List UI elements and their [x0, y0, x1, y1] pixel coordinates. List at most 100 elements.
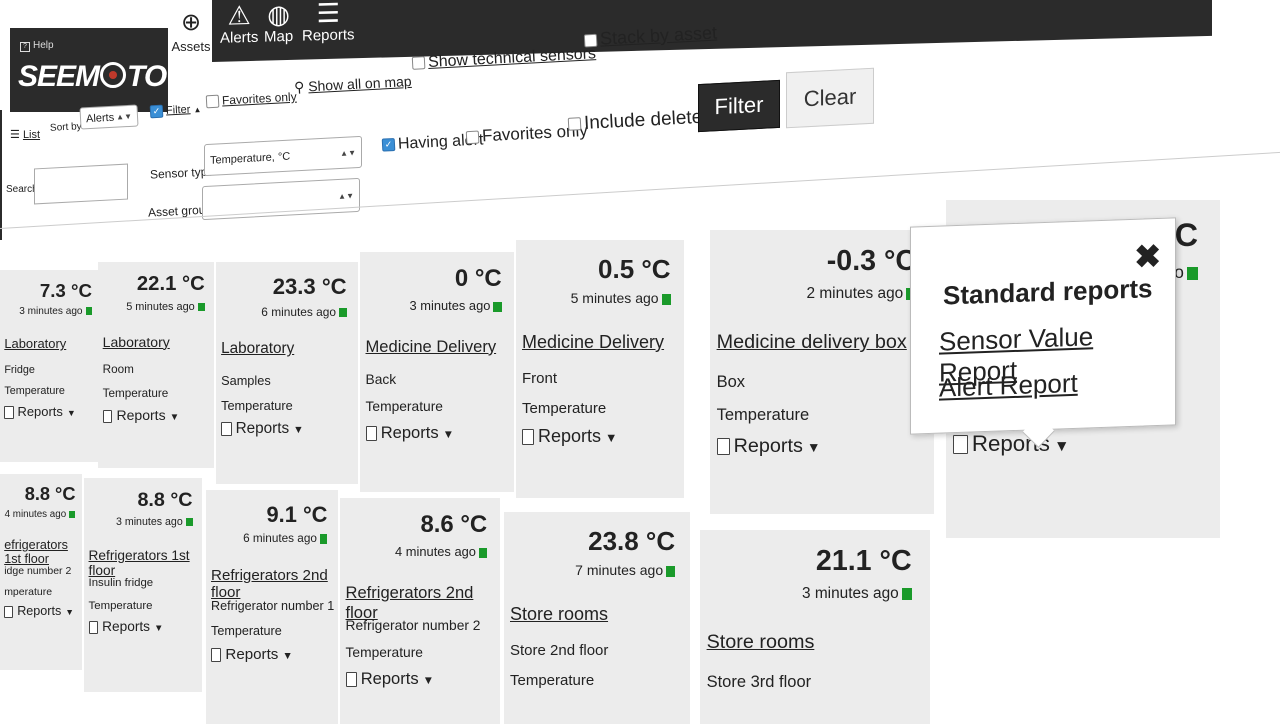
document-icon — [4, 406, 14, 419]
sensor-card[interactable]: 8.8 °C 3 minutes ago Refrigerators 1st flo… — [84, 478, 202, 692]
sensor-value: 0 °C — [454, 264, 502, 292]
last-updated-text: 2 minutes ago — [806, 285, 904, 302]
search-input[interactable] — [34, 163, 128, 205]
last-updated-text: 5 minutes ago — [570, 290, 659, 306]
status-ok-icon — [1186, 266, 1199, 281]
asset-name: Refrigerator number 2 — [345, 617, 481, 633]
filter-panel-toggle[interactable]: ✓ Filter ▲ — [149, 103, 202, 119]
last-updated-text: 3 minutes ago — [115, 516, 183, 528]
document-icon — [4, 605, 14, 618]
reports-label: Reports — [102, 619, 151, 635]
favorites-only-checkbox[interactable] — [205, 95, 220, 109]
asset-name: Refrigerator number 1 — [211, 599, 335, 614]
status-ok-icon — [69, 510, 76, 519]
reports-dropdown[interactable]: Reports ▼ — [4, 604, 74, 618]
asset-group-link[interactable]: Store rooms — [707, 631, 815, 654]
reports-dropdown[interactable]: Reports ▼ — [716, 434, 821, 458]
sensor-value: 21.1 °C — [815, 545, 912, 578]
filter-toggle-checkbox[interactable]: ✓ — [149, 104, 164, 119]
asset-group-link[interactable]: Laboratory — [103, 334, 170, 350]
nav-tab-map[interactable]: ◍ Map — [264, 0, 293, 46]
asset-name: Insulin fridge — [88, 576, 154, 589]
alert-report-link[interactable]: Alert Report — [939, 368, 1078, 404]
last-updated-text: 5 minutes ago — [126, 301, 195, 313]
reports-label: Reports — [733, 434, 803, 457]
close-icon[interactable]: ✖ — [1134, 237, 1161, 276]
status-ok-icon — [85, 307, 92, 316]
last-updated: 5 minutes ago — [126, 301, 205, 313]
document-icon — [221, 422, 232, 436]
caret-down-icon: ▼ — [293, 424, 304, 437]
nav-tab-assets[interactable]: ⊕ Assets — [170, 8, 212, 72]
asset-name: idge number 2 — [4, 565, 72, 577]
asset-group-link[interactable]: Medicine Delivery — [366, 337, 497, 357]
sensor-card[interactable]: 23.3 °C 6 minutes ago Laboratory Samples Tem… — [216, 262, 358, 484]
reports-dropdown[interactable]: Reports ▼ — [345, 669, 434, 689]
document-icon — [211, 648, 222, 663]
last-updated: 7 minutes ago — [575, 562, 676, 578]
last-updated: 4 minutes ago — [5, 509, 76, 520]
sensor-card[interactable]: 21.1 °C 3 minutes ago Store rooms Store 3rd… — [700, 530, 930, 724]
reports-label: Reports — [360, 669, 419, 689]
reports-label: Reports — [235, 420, 290, 438]
asset-group-link[interactable]: Medicine delivery box — [717, 331, 907, 354]
sensor-card[interactable]: 8.8 °C 4 minutes ago efrigerators 1st floo… — [0, 474, 82, 670]
sensor-card[interactable]: 23.8 °C 7 minutes ago Store rooms Store 2nd… — [504, 512, 690, 724]
sensor-card[interactable]: 7.3 °C 3 minutes ago Laboratory Fridge Tempe… — [0, 270, 100, 462]
nav-tab-alerts[interactable]: ⚠ Alerts — [220, 0, 258, 47]
reports-dropdown[interactable]: Reports ▼ — [365, 423, 454, 443]
status-ok-icon — [319, 534, 328, 544]
sensor-card[interactable]: 22.1 °C 5 minutes ago Laboratory Room Temper… — [98, 262, 214, 468]
caret-down-icon: ▼ — [169, 412, 180, 424]
sensor-type: Temperature — [510, 672, 595, 689]
asset-group-link[interactable]: Laboratory — [221, 340, 294, 358]
reports-dropdown[interactable]: Reports ▼ — [102, 407, 180, 424]
logo-ring-icon — [100, 62, 127, 89]
reports-dropdown[interactable]: Reports ▼ — [221, 420, 304, 438]
last-updated-text: 4 minutes ago — [395, 544, 476, 559]
caret-down-icon: ▼ — [65, 607, 75, 618]
caret-down-icon: ▼ — [806, 438, 821, 455]
sensor-card[interactable]: 8.6 °C 4 minutes ago Refrigerators 2nd flo… — [340, 498, 500, 724]
reports-dropdown[interactable]: Reports ▼ — [953, 431, 1069, 457]
sensor-card[interactable]: 0 °C 3 minutes ago Medicine Delivery Back Te… — [360, 252, 514, 492]
sensor-value: -0.3 °C — [826, 245, 917, 278]
nav-tab-reports[interactable]: ☰ Reports — [302, 0, 355, 45]
sensor-type-select[interactable]: Temperature, °C ▲▼ — [204, 135, 362, 177]
list-view-toggle[interactable]: ☰ List — [10, 128, 40, 141]
last-updated-text: 6 minutes ago — [261, 304, 336, 319]
reports-dropdown[interactable]: Reports ▼ — [88, 619, 163, 635]
sensor-card[interactable]: -0.3 °C 2 minutes ago Medicine delivery bo… — [710, 230, 934, 514]
include-deleted-checkbox[interactable] — [567, 117, 582, 132]
last-updated: 6 minutes ago — [261, 304, 347, 319]
asset-group-link[interactable]: Refrigerators 2nd floor — [211, 567, 338, 601]
filter-button[interactable]: Filter — [698, 79, 780, 133]
sort-by-select[interactable]: Alerts ▲▼ — [79, 104, 139, 130]
help-link[interactable]: ? Help — [20, 40, 54, 52]
include-deleted-toggle[interactable]: Include deleted — [567, 106, 714, 136]
clear-button[interactable]: Clear — [786, 67, 874, 129]
logo[interactable]: SEEM TO — [18, 60, 167, 94]
show-technical-sensors-checkbox[interactable] — [411, 56, 426, 71]
nav-assets-label: Assets — [171, 39, 211, 54]
favorites-only-toggle[interactable]: Favorites only — [205, 90, 297, 109]
asset-group-link[interactable]: Laboratory — [4, 336, 66, 351]
filter-favorites-only-checkbox[interactable] — [465, 130, 480, 145]
reports-dropdown[interactable]: Reports ▼ — [211, 646, 293, 663]
reports-dropdown[interactable]: Reports ▼ — [4, 404, 76, 419]
status-ok-icon — [478, 547, 488, 558]
sensor-card[interactable]: 0.5 °C 5 minutes ago Medicine Delivery Fron… — [516, 240, 684, 498]
last-updated-text: 4 minutes ago — [4, 509, 67, 520]
asset-group-link[interactable]: Medicine Delivery — [522, 332, 664, 353]
sensor-card[interactable]: 9.1 °C 6 minutes ago Refrigerators 2nd flo… — [206, 490, 338, 724]
asset-name: Store 2nd floor — [510, 642, 609, 659]
asset-group-link[interactable]: Store rooms — [510, 604, 608, 625]
last-updated: 3 minutes ago — [410, 298, 502, 313]
stack-by-asset-checkbox[interactable] — [583, 33, 598, 48]
asset-group-link[interactable]: efrigerators 1st floor — [4, 538, 82, 566]
having-alert-checkbox[interactable]: ✓ — [381, 138, 396, 152]
show-all-on-map-link[interactable]: ⚲ Show all on map — [294, 73, 412, 96]
reports-dropdown[interactable]: Reports ▼ — [522, 426, 618, 447]
asset-group-link[interactable]: Refrigerators 1st floor — [89, 548, 202, 578]
status-ok-icon — [901, 587, 912, 600]
